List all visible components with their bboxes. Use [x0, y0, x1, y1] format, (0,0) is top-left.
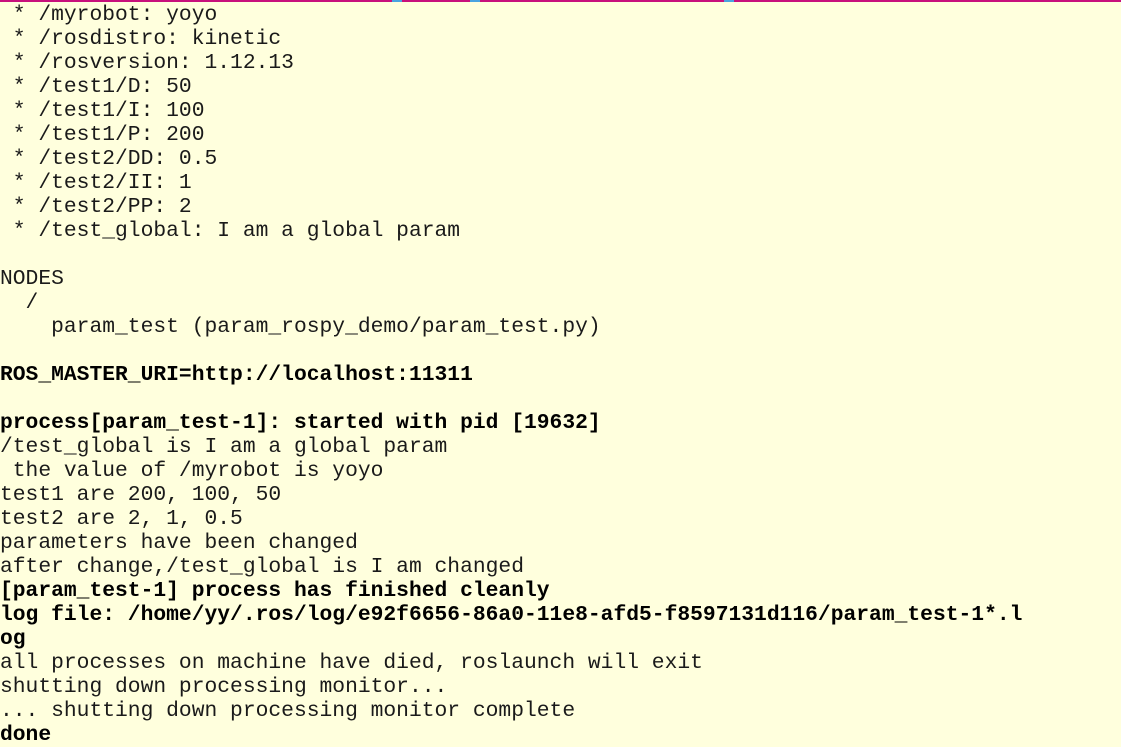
terminal-line: ... shutting down processing monitor com… — [0, 699, 576, 723]
terminal-line: all processes on machine have died, rosl… — [0, 651, 703, 675]
top-border-marker — [724, 0, 734, 2]
window-top-border — [0, 0, 1121, 2]
top-border-marker — [392, 0, 402, 2]
terminal-line: param_test (param_rospy_demo/param_test.… — [0, 315, 601, 339]
terminal-line: test2 are 2, 1, 0.5 — [0, 507, 243, 531]
terminal-line: * /test2/DD: 0.5 — [0, 147, 218, 171]
terminal-line: * /myrobot: yoyo — [0, 3, 218, 27]
terminal-line: test1 are 200, 100, 50 — [0, 483, 282, 507]
terminal-output[interactable]: * /myrobot: yoyo * /rosdistro: kinetic *… — [0, 3, 1121, 747]
terminal-line: NODES — [0, 267, 64, 291]
terminal-line: done — [0, 723, 52, 747]
terminal-line: parameters have been changed — [0, 531, 358, 555]
terminal-line: [param_test-1] process has finished clea… — [0, 579, 550, 603]
terminal-line: * /test1/D: 50 — [0, 75, 192, 99]
terminal-line: after change,/test_global is I am change… — [0, 555, 524, 579]
terminal-line: * /test1/P: 200 — [0, 123, 205, 147]
terminal-line: * /rosdistro: kinetic — [0, 27, 282, 51]
terminal-line: process[param_test-1]: started with pid … — [0, 411, 601, 435]
terminal-line: log file: /home/yy/.ros/log/e92f6656-86a… — [0, 603, 1023, 627]
terminal-line: ROS_MASTER_URI=http://localhost:11311 — [0, 363, 473, 387]
terminal-line: og — [0, 627, 26, 651]
top-border-marker — [470, 0, 480, 2]
terminal-line: / — [0, 291, 39, 315]
terminal-line: * /rosversion: 1.12.13 — [0, 51, 294, 75]
terminal-line: * /test2/PP: 2 — [0, 195, 192, 219]
terminal-line: * /test_global: I am a global param — [0, 219, 461, 243]
terminal-line: shutting down processing monitor... — [0, 675, 448, 699]
terminal-line: * /test1/I: 100 — [0, 99, 205, 123]
terminal-line: /test_global is I am a global param — [0, 435, 448, 459]
terminal-line: the value of /myrobot is yoyo — [0, 459, 384, 483]
terminal-line: * /test2/II: 1 — [0, 171, 192, 195]
